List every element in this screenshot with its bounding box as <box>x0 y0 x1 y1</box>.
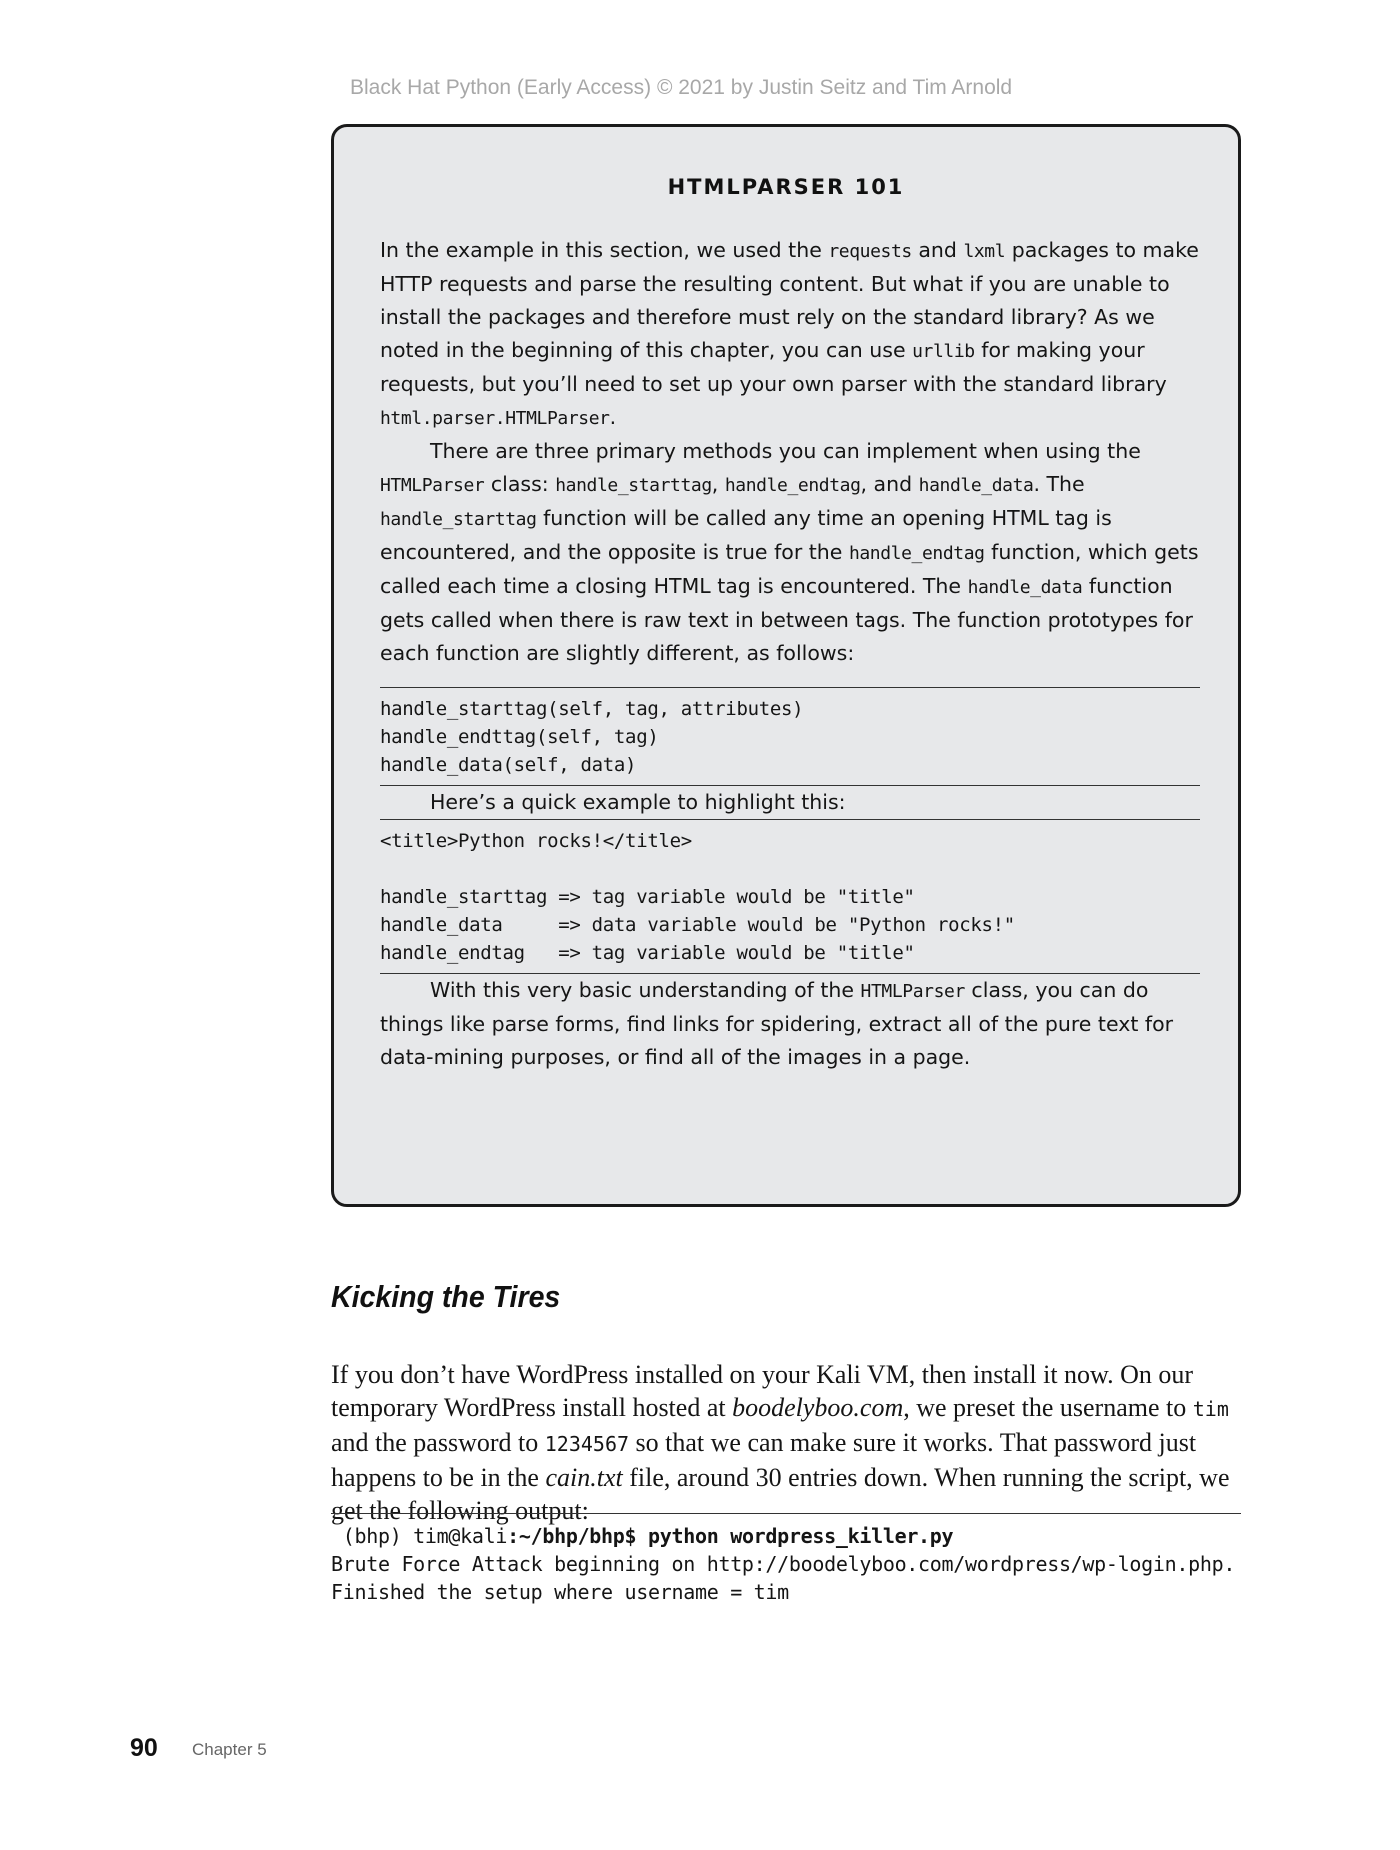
inline-code: urllib <box>912 341 975 362</box>
inline-code: 1234567 <box>544 1432 630 1456</box>
code-listing-example: <title>Python rocks!</title> handle_star… <box>380 819 1200 974</box>
sidebar-title: HTMLPARSER 101 <box>667 175 905 199</box>
section-heading: Kicking the Tires <box>331 1279 561 1314</box>
inline-code: HTMLParser <box>860 981 966 1002</box>
inline-code: requests <box>828 241 912 262</box>
inline-code: handle_endtag <box>724 475 861 496</box>
terminal-prompt: (bhp) tim@kali <box>331 1524 508 1548</box>
sidebar-paragraph-4: With this very basic understanding of th… <box>380 978 1174 1069</box>
inline-code: handle_data <box>967 577 1083 598</box>
page-number: 90 <box>130 1734 158 1762</box>
body-paragraph: If you don’t have WordPress installed on… <box>331 1360 1230 1525</box>
sidebar-paragraph-3: Here’s a quick example to highlight this… <box>430 790 846 814</box>
sidebar-paragraph-2: There are three primary methods you can … <box>380 439 1199 665</box>
inline-code: handle_data <box>918 475 1034 496</box>
document-page: Black Hat Python (Early Access) © 2021 b… <box>0 0 1400 1850</box>
sidebar-box: HTMLPARSER 101 In the example in this se… <box>331 124 1241 1207</box>
sidebar-content: In the example in this section, we used … <box>380 234 1200 1074</box>
inline-code: handle_starttag <box>380 509 537 530</box>
terminal-output-lines: Brute Force Attack beginning on http://b… <box>331 1552 1236 1604</box>
inline-code: lxml <box>963 241 1006 262</box>
sidebar-paragraph-1: In the example in this section, we used … <box>380 238 1199 429</box>
inline-code: tim <box>1192 1397 1229 1421</box>
code-listing-prototypes: handle_starttag(self, tag, attributes) h… <box>380 687 1200 786</box>
italic-domain: boodelyboo.com <box>732 1393 904 1422</box>
copyright-watermark: Black Hat Python (Early Access) © 2021 b… <box>350 76 1013 99</box>
terminal-output: (bhp) tim@kali:~/bhp/bhp$ python wordpre… <box>331 1513 1241 1606</box>
inline-code: html.parser.HTMLParser <box>380 408 610 429</box>
chapter-label: Chapter 5 <box>192 1740 267 1759</box>
inline-code: handle_endtag <box>848 543 985 564</box>
terminal-command: :~/bhp/bhp$ python wordpress_killer.py <box>507 1524 954 1548</box>
inline-code: HTMLParser <box>380 475 485 496</box>
inline-code: handle_starttag <box>555 475 712 496</box>
italic-filename: cain.txt <box>545 1463 623 1492</box>
